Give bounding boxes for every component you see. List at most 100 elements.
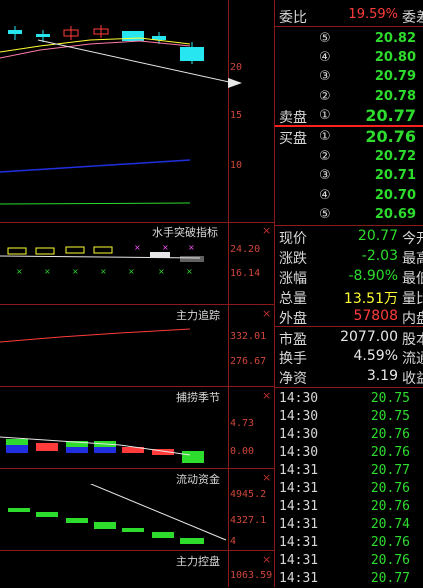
buy-label: 买盘 [279,131,307,147]
tick-row: 14:31 20.77 [279,463,423,480]
bar [65,246,85,254]
tick-price: 20.77 [370,463,410,478]
panel-axis-label: 4945.2 [230,489,267,500]
panel-title-control: 主力控盘 [176,555,220,568]
weibi-label: 委比 [279,10,307,26]
marker: × [72,267,79,276]
panel-axis-label: 4327.1 [230,515,267,526]
tracking-panel[interactable] [0,320,228,386]
bar [35,247,55,255]
buy-level[interactable]: ⑤ 20.69 [279,206,423,226]
marker: × [100,267,107,276]
stat-row: 净资 3.19 收益 [279,368,423,387]
main-axis-label: 15 [230,110,243,121]
buy-level[interactable]: ④ 20.70 [279,187,423,207]
bar [93,246,113,254]
close-icon[interactable]: × [262,307,271,320]
tick-price: 20.77 [370,571,410,586]
tick-time: 14:31 [279,571,319,586]
tick-row: 14:31 20.74 [279,517,423,534]
tick-row: 14:30 20.76 [279,445,423,462]
tick-row: 14:30 20.76 [279,427,423,444]
close-icon[interactable]: × [262,389,271,402]
tick-row: 14:31 20.77 [279,571,423,588]
tick-row: 14:30 20.75 [279,391,423,408]
green-line [0,202,191,205]
sell-level[interactable]: ② 20.78 [279,88,423,108]
tick-price: 20.76 [370,535,410,550]
panel-divider [0,304,274,305]
marker: × [44,267,51,276]
bar [180,256,204,262]
tick-price: 20.76 [370,499,410,514]
tick-time: 14:31 [279,553,319,568]
sell-level[interactable]: ④ 20.80 [279,49,423,69]
bar [7,247,27,255]
tick-time: 14:30 [279,427,319,442]
bar [36,443,58,451]
marker: × [188,243,195,252]
tick-time: 14:30 [279,409,319,424]
buy-level[interactable]: ② 20.72 [279,148,423,168]
buy-level[interactable]: 买盘 ① 20.76 [279,127,423,148]
tick-price: 20.75 [370,409,410,424]
tick-time: 14:31 [279,535,319,550]
capital-panel[interactable] [0,484,228,550]
stat-row: 外盘 57808 内盘 [279,308,423,327]
trend-arrow [37,39,228,83]
divider [275,326,423,327]
bar [6,439,28,445]
weibi-tail: 委差 [402,10,423,26]
marker: × [134,243,141,252]
stat-row: 涨幅 -8.90% 最低 [279,268,423,287]
sell-label: 卖盘 [279,110,307,126]
tick-price: 20.76 [370,445,410,460]
main-axis-label: 20 [230,62,243,73]
panel-axis-label: 276.67 [230,356,267,367]
tick-row: 14:31 20.76 [279,481,423,498]
marker: × [16,267,23,276]
kline-panel[interactable] [0,0,228,222]
bar [36,512,58,517]
marker: × [158,267,165,276]
main-axis-label: 10 [230,160,243,171]
arrow-head-icon [228,78,242,88]
buy-level[interactable]: ③ 20.71 [279,167,423,187]
marker: × [186,267,193,276]
sell-level[interactable]: ⑤ 20.82 [279,30,423,50]
season-panel[interactable] [0,403,228,469]
sell-level[interactable]: 卖盘 ① 20.77 [279,106,423,127]
tick-row: 14:30 20.75 [279,409,423,426]
tick-price: 20.76 [370,553,410,568]
panel-axis-label: 4.73 [230,418,255,429]
tick-row: 14:31 20.76 [279,553,423,570]
tick-price: 20.74 [370,517,410,532]
close-icon[interactable]: × [262,224,271,237]
sell-level[interactable]: ③ 20.79 [279,68,423,88]
panel-axis-label: 4 [230,536,237,547]
stat-row: 总量 13.51万 量比 [279,291,423,307]
tick-price: 20.75 [370,391,410,406]
sailor-indicator-panel[interactable]: × × × × × × × × × × [0,238,228,304]
bar [180,538,204,544]
tick-time: 14:31 [279,517,319,532]
chart-area[interactable]: 20 15 10 水手突破指标 × × × × × × × × × × × 24.20 16.… [0,0,274,587]
panel-axis-label: 24.20 [230,244,261,255]
close-icon[interactable]: × [262,553,271,566]
panel-axis-label: 0.00 [230,446,255,457]
weibi-value: 19.59% [348,7,398,22]
bar [122,528,144,532]
tick-time: 14:31 [279,463,319,478]
ma-line-yellow [0,37,191,53]
bar [8,508,30,512]
tick-time: 14:31 [279,499,319,514]
tracking-line [0,328,191,343]
stat-row: 现价 20.77 今开 [279,228,423,247]
tick-time: 14:30 [279,391,319,406]
divider [275,26,423,27]
blue-line [0,159,191,173]
divider [275,387,423,388]
close-icon[interactable]: × [262,471,271,484]
bar [152,532,174,538]
quote-panel: 委比 19.59% 委差 ⑤ 20.82 ④ 20.80 ③ 20.79 ② 2… [274,0,423,587]
